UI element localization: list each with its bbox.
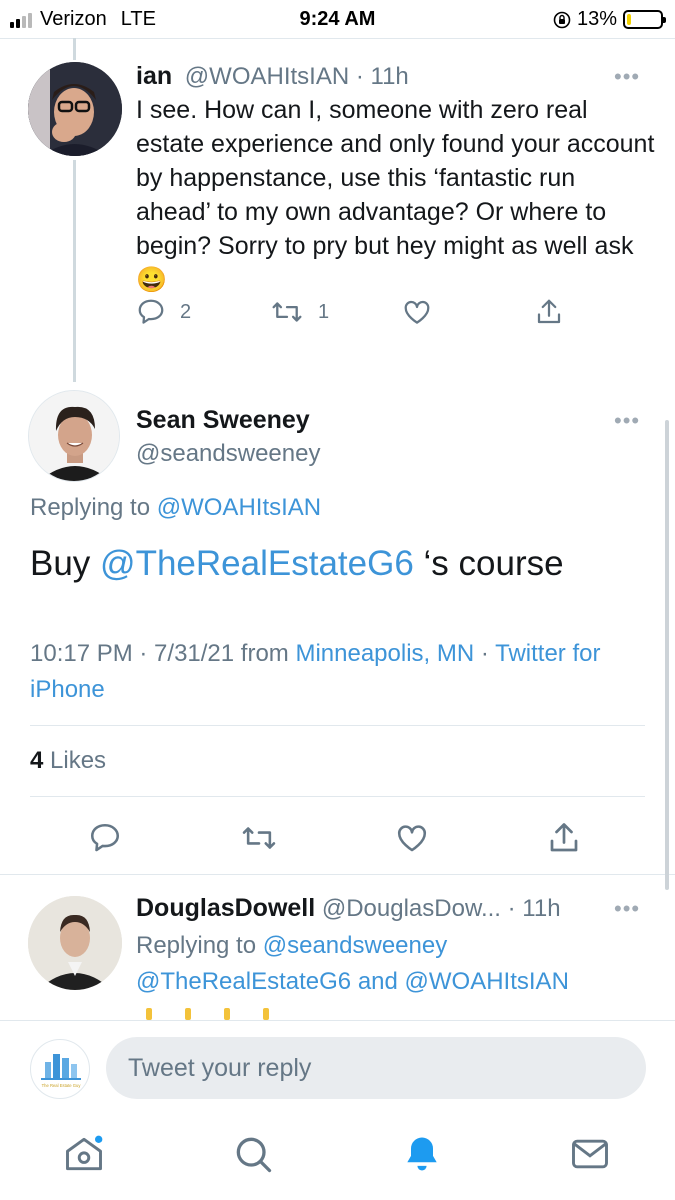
emoji-fragment — [224, 1008, 230, 1020]
replying-to-handle[interactable]: @seandsweeney — [263, 932, 447, 959]
author-name[interactable]: ian — [136, 62, 172, 90]
emoji-fragment — [146, 1008, 152, 1020]
orientation-lock-icon — [553, 11, 571, 28]
avatar[interactable] — [28, 896, 122, 990]
battery-fill — [627, 14, 632, 25]
retweet-icon — [272, 302, 302, 322]
divider — [30, 796, 645, 797]
replying-to-prefix: Replying to — [136, 932, 257, 959]
tweet-text-end: ‘s course — [413, 544, 564, 583]
meta-separator: · — [480, 640, 489, 667]
messages-icon — [572, 1139, 608, 1169]
more-options-icon[interactable]: ••• — [614, 896, 640, 922]
location-link[interactable]: Minneapolis, MN — [295, 640, 474, 667]
thread-line-top — [73, 38, 76, 60]
tweet-timestamp: 10:17 PM · 7/31/21 from — [30, 640, 289, 667]
status-divider — [0, 38, 675, 39]
avatar[interactable] — [28, 390, 120, 482]
heart-icon — [404, 300, 430, 324]
ian-avatar-image — [28, 62, 122, 156]
tab-notifications[interactable] — [400, 1132, 444, 1176]
more-options-icon[interactable]: ••• — [614, 64, 640, 90]
replying-to-handle[interactable]: @WOAHItsIAN — [405, 968, 569, 995]
home-icon — [66, 1135, 103, 1171]
share-icon — [550, 823, 578, 852]
status-bar: Verizon LTE 9:24 AM 13% — [0, 0, 675, 38]
real-estate-logo: The Real Estate Guy — [41, 1054, 82, 1088]
retweet-count: 1 — [318, 300, 330, 323]
tweet-text-start: Buy — [30, 544, 101, 583]
focused-tweet-actions — [0, 818, 675, 858]
more-options-icon[interactable]: ••• — [614, 408, 640, 434]
retweet-icon — [242, 827, 276, 849]
tweet-text: Buy @TheRealEstateG6 ‘s course — [30, 544, 564, 584]
reply-input[interactable]: Tweet your reply — [106, 1037, 646, 1099]
battery-percent: 13% — [576, 8, 617, 30]
emoji-row-partial — [146, 1008, 269, 1020]
sean-avatar-image — [29, 391, 119, 481]
author-name[interactable]: DouglasDowell — [136, 894, 315, 922]
my-avatar[interactable]: The Real Estate Guy — [30, 1039, 90, 1099]
divider — [0, 874, 675, 875]
reply-button[interactable]: 2 — [136, 297, 191, 327]
author-handle[interactable]: @WOAHItsIAN — [185, 63, 349, 90]
douglas-avatar-image — [28, 896, 122, 990]
battery-icon — [623, 10, 666, 29]
emoji-fragment — [263, 1008, 269, 1020]
like-button[interactable] — [402, 297, 432, 327]
reply-icon — [138, 299, 164, 324]
author-name[interactable]: Sean Sweeney — [136, 406, 310, 435]
tab-messages[interactable] — [568, 1132, 612, 1176]
tab-search[interactable] — [231, 1132, 275, 1176]
search-icon — [236, 1137, 272, 1173]
like-button[interactable] — [394, 821, 430, 855]
likes-label: Likes — [50, 747, 107, 774]
retweet-button[interactable]: 1 — [270, 297, 329, 327]
logo-caption: The Real Estate Guy — [42, 1083, 82, 1088]
share-button[interactable] — [534, 297, 564, 327]
tab-home[interactable] — [62, 1132, 106, 1176]
likes-summary[interactable]: 4 Likes — [30, 747, 106, 775]
and-label: and — [357, 968, 398, 995]
tweet-age: · 11h — [355, 63, 409, 90]
replying-to-line: Replying to @seandsweeney @TheRealEstate… — [136, 928, 646, 1000]
divider — [30, 725, 645, 726]
mention-link[interactable]: @TheRealEstateG6 — [100, 544, 414, 583]
replying-to-line: Replying to @WOAHItsIAN — [30, 494, 321, 522]
emoji-fragment — [185, 1008, 191, 1020]
replying-to-handle[interactable]: @TheRealEstateG6 — [136, 968, 351, 995]
share-button[interactable] — [546, 820, 582, 856]
reply-icon — [90, 823, 120, 852]
replying-to-handle[interactable]: @WOAHItsIAN — [157, 494, 321, 521]
author-handle[interactable]: @seandsweeney — [136, 440, 320, 468]
tweet-header: DouglasDowell @DouglasDow... · 11h — [136, 894, 606, 923]
avatar[interactable] — [28, 62, 122, 156]
tab-bar — [0, 1118, 675, 1200]
retweet-button[interactable] — [240, 821, 278, 855]
reply-button[interactable] — [88, 821, 122, 855]
scrollbar[interactable] — [665, 420, 669, 890]
status-indicators: 13% — [553, 8, 666, 31]
tweet-age: · 11h — [507, 895, 561, 922]
replying-to-prefix: Replying to — [30, 494, 151, 521]
reply-count: 2 — [180, 300, 192, 323]
heart-icon — [397, 825, 427, 852]
notifications-icon — [407, 1137, 437, 1171]
share-icon — [537, 299, 561, 324]
tweet-header: ian @WOAHItsIAN · 11h — [136, 62, 409, 91]
tweet-meta: 10:17 PM · 7/31/21 from Minneapolis, MN … — [30, 636, 645, 708]
tweet-text: I see. How can I, someone with zero real… — [136, 96, 655, 294]
likes-count: 4 — [30, 747, 44, 774]
reply-composer: The Real Estate Guy Tweet your reply — [0, 1020, 675, 1116]
author-handle[interactable]: @DouglasDow... — [322, 895, 501, 922]
thread-line — [73, 160, 76, 382]
